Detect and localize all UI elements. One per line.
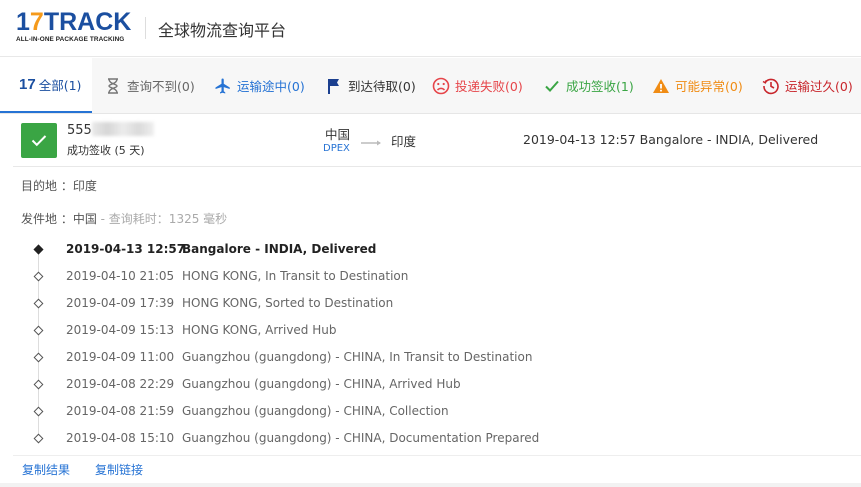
copy-result-link[interactable]: 复制结果	[22, 461, 70, 478]
event-description: Bangalore - INDIA, Delivered	[182, 242, 377, 256]
logo-tagline: ALL-IN-ONE PACKAGE TRACKING	[16, 36, 125, 43]
redacted-tracking-digits	[91, 122, 154, 136]
timeline-dot-icon	[33, 298, 44, 309]
warning-icon	[652, 77, 670, 95]
timeline-event: 2019-04-09 15:13 HONG KONG, Arrived Hub	[13, 323, 853, 343]
tracking-number-prefix: 555	[67, 123, 92, 138]
tab-label: 运输途中(0)	[237, 79, 305, 94]
timeline-dot-icon	[33, 352, 44, 363]
tab-exception[interactable]: 可能异常(0)	[652, 58, 743, 113]
destination-line: 目的地 ：印度	[21, 177, 97, 194]
event-description: HONG KONG, Arrived Hub	[182, 323, 337, 337]
timeline-dot-icon	[33, 244, 44, 255]
tab-pickup[interactable]: 到达待取(0)	[325, 58, 416, 113]
flag-icon	[325, 77, 343, 95]
17-logo-icon: 17	[19, 76, 36, 93]
event-time: 2019-04-10 21:05	[66, 269, 175, 283]
tab-in-transit[interactable]: 运输途中(0)	[214, 58, 305, 113]
latest-event: 2019-04-13 12:57 Bangalore - INDIA, Deli…	[523, 132, 819, 147]
tab-label: 可能异常(0)	[675, 79, 743, 94]
event-description: Guangzhou (guangdong) - CHINA, In Transi…	[182, 350, 533, 364]
timeline-event: 2019-04-09 17:39 HONG KONG, Sorted to De…	[13, 296, 853, 316]
event-time: 2019-04-08 22:29	[66, 377, 175, 391]
tab-label: 查询不到(0)	[127, 79, 195, 94]
origin-value: 中国	[72, 212, 97, 226]
destination-value: 印度	[72, 179, 97, 193]
tab-label: 成功签收(1)	[566, 79, 634, 94]
17track-logo[interactable]: 17TRACK ALL-IN-ONE PACKAGE TRACKING	[16, 10, 134, 44]
delivered-status-icon	[21, 123, 57, 158]
timeline-dot-icon	[33, 406, 44, 417]
event-description: Guangzhou (guangdong) - CHINA, Arrived H…	[182, 377, 461, 391]
event-time: 2019-04-09 15:13	[66, 323, 175, 337]
event-time: 2019-04-08 21:59	[66, 404, 175, 418]
delivery-status-text: 成功签收 (5 天)	[67, 144, 145, 157]
timeline-event: 2019-04-08 22:29 Guangzhou (guangdong) -…	[13, 377, 853, 397]
tab-too-long[interactable]: 运输过久(0)	[762, 58, 853, 113]
destination-label: 目的地 ：	[21, 179, 73, 193]
event-description: Guangzhou (guangdong) - CHINA, Collectio…	[182, 404, 449, 418]
tracking-details: 目的地 ：印度 发件地 ：中国 - 查询耗时：1325 毫秒 2019-04-1…	[13, 168, 861, 483]
timeline-dot-icon	[33, 325, 44, 336]
event-time: 2019-04-08 15:10	[66, 431, 175, 445]
status-tabs: 17 全部(1) 查询不到(0) 运输途中(0) 到达待取(0) 投递失败(0)…	[0, 58, 861, 114]
copy-link-link[interactable]: 复制链接	[95, 461, 143, 478]
tab-label: 运输过久(0)	[785, 79, 853, 94]
event-time: 2019-04-13 12:57	[66, 242, 186, 256]
origin-label: 发件地 ：	[21, 212, 73, 226]
timeline-event: 2019-04-08 21:59 Guangzhou (guangdong) -…	[13, 404, 853, 424]
bottom-border	[0, 483, 861, 487]
timeline-dot-icon	[33, 379, 44, 390]
timeline-event: 2019-04-10 21:05 HONG KONG, In Transit t…	[13, 269, 853, 289]
page-title: 全球物流查询平台	[158, 21, 287, 40]
timeline-event: 2019-04-09 11:00 Guangzhou (guangdong) -…	[13, 350, 853, 370]
tab-label: 全部(1)	[38, 78, 82, 93]
header-divider	[145, 17, 146, 39]
airplane-icon	[214, 77, 232, 95]
shipment-summary-row[interactable]: 555 成功签收 (5 天) 中国 DPEX 印度 2019-04-13 12:…	[13, 115, 861, 167]
destination-country: 印度	[391, 134, 417, 149]
origin-line: 发件地 ：中国 - 查询耗时：1325 毫秒	[21, 210, 227, 227]
event-description: HONG KONG, In Transit to Destination	[182, 269, 409, 283]
tab-all[interactable]: 17 全部(1)	[0, 58, 92, 113]
tracking-number: 555	[67, 122, 154, 138]
tab-delivered[interactable]: 成功签收(1)	[543, 58, 634, 113]
timeline-dot-icon	[33, 433, 44, 444]
result-actions: 复制结果 复制链接	[13, 455, 861, 483]
event-description: Guangzhou (guangdong) - CHINA, Documenta…	[182, 431, 540, 445]
logo-wordmark: 17TRACK	[16, 8, 132, 36]
event-time: 2019-04-09 17:39	[66, 296, 175, 310]
timeline-dot-icon	[33, 271, 44, 282]
clock-history-icon	[762, 77, 780, 95]
timeline-event: 2019-04-13 12:57 Bangalore - INDIA, Deli…	[13, 242, 853, 262]
tab-label: 投递失败(0)	[455, 79, 523, 94]
checkmark-icon	[543, 77, 561, 95]
timeline-event: 2019-04-08 15:10 Guangzhou (guangdong) -…	[13, 431, 853, 451]
tab-not-found[interactable]: 查询不到(0)	[104, 58, 195, 113]
event-description: HONG KONG, Sorted to Destination	[182, 296, 394, 310]
tab-delivery-failed[interactable]: 投递失败(0)	[432, 58, 523, 113]
event-time: 2019-04-09 11:00	[66, 350, 175, 364]
sad-face-icon	[432, 77, 450, 95]
query-time: - 查询耗时：1325 毫秒	[96, 212, 228, 226]
carrier-link[interactable]: DPEX	[323, 143, 350, 154]
tab-label: 到达待取(0)	[348, 79, 416, 94]
hourglass-icon	[104, 77, 122, 95]
top-header: 17TRACK ALL-IN-ONE PACKAGE TRACKING 全球物流…	[0, 0, 861, 57]
origin-country: 中国	[325, 127, 351, 142]
route-arrow-icon	[361, 135, 383, 149]
